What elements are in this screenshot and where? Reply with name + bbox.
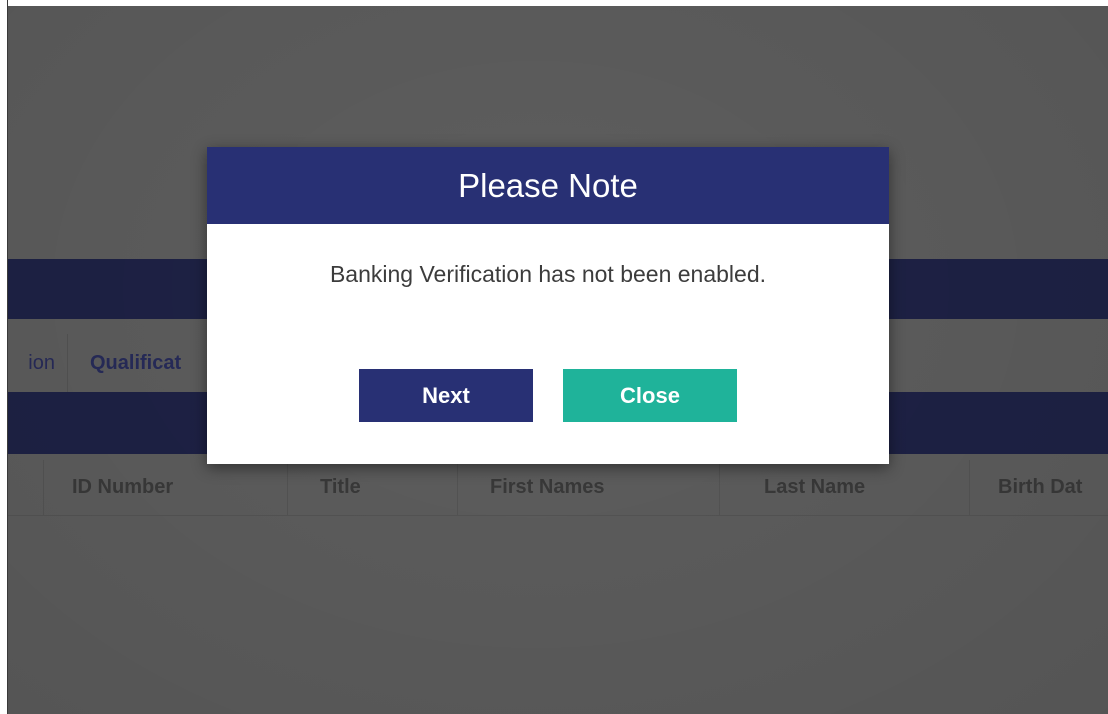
column-header-last-name[interactable]: Last Name (720, 460, 970, 515)
dialog-header: Please Note (207, 147, 889, 224)
window-top-edge (0, 0, 1108, 6)
table-header-row: ID Number Title First Names Last Name Bi… (8, 460, 1108, 516)
dialog-title: Please Note (458, 166, 638, 204)
next-button[interactable]: Next (359, 369, 533, 422)
dialog-message: Banking Verification has not been enable… (329, 261, 767, 287)
close-button[interactable]: Close (563, 369, 737, 422)
column-header-select (8, 460, 44, 515)
column-header-title[interactable]: Title (288, 460, 458, 515)
window-left-edge (0, 0, 8, 714)
column-header-first-names[interactable]: First Names (458, 460, 720, 515)
column-header-birth-date[interactable]: Birth Dat (970, 460, 1108, 515)
column-header-id-number[interactable]: ID Number (44, 460, 288, 515)
please-note-dialog: Please Note Banking Verification has not… (207, 147, 889, 464)
tab-partial[interactable]: ion (8, 334, 68, 392)
page: ion Qualificat ID Number Title First Nam… (0, 0, 1108, 714)
